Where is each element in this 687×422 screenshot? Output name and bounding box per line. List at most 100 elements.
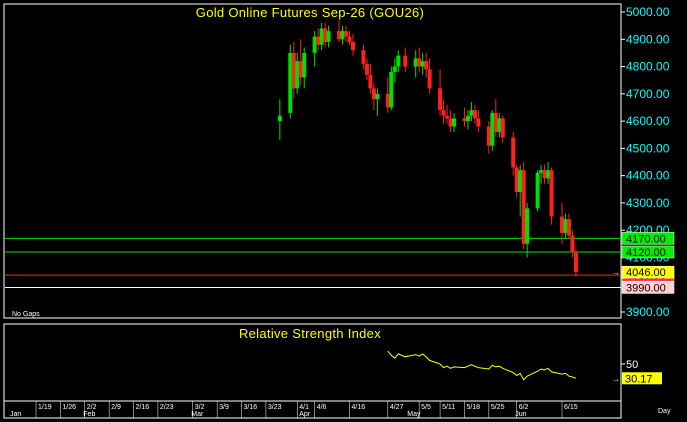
candle (549, 167, 554, 225)
candle-body (326, 31, 331, 42)
month-label: May (407, 411, 421, 418)
x-tick-label: 5/5 (421, 404, 431, 411)
candle-body (316, 36, 321, 45)
price-badge-label: 4120.00 (626, 247, 666, 259)
y-tick-label: 4800.00 (626, 60, 670, 74)
x-tick-label: 3/23 (268, 404, 282, 411)
x-tick-label: 2/23 (160, 404, 174, 411)
candle-body (497, 118, 502, 132)
x-tick-label: 4/6 (317, 404, 327, 411)
x-tick-label: 4/1 (299, 404, 309, 411)
candle-body (511, 137, 516, 168)
candle-body (347, 36, 352, 42)
price-badge-label: 4170.00 (626, 233, 666, 245)
x-tick-label: 6/2 (519, 404, 529, 411)
candle-body (493, 112, 498, 132)
candle-body (490, 112, 495, 146)
candle-body (375, 93, 380, 100)
candle-body (469, 110, 474, 116)
candle-body (472, 110, 477, 119)
candle-body (371, 88, 376, 100)
candle-body (476, 118, 481, 127)
no-gaps-label: No Gaps (12, 311, 40, 318)
month-label: Jan (10, 411, 21, 418)
candle-body (542, 170, 547, 179)
chart-canvas: Gold Online Futures Sep-26 (GOU26) Relat… (0, 0, 687, 422)
candle-body (288, 52, 293, 113)
price-badge-label: 3990.00 (626, 282, 666, 294)
period-label: Day (658, 408, 671, 415)
candle-body (445, 115, 450, 119)
candle-body (298, 61, 303, 78)
rsi-value-label: 30.17 (625, 373, 653, 385)
x-tick-label: 3/9 (219, 404, 229, 411)
candle-body (417, 58, 422, 67)
candle-body (344, 31, 349, 37)
x-tick-label: 1/19 (38, 404, 52, 411)
candle-body (392, 66, 397, 72)
candle-body (438, 88, 443, 111)
candle-body (389, 72, 394, 108)
candle-body (323, 28, 328, 42)
x-tick-label: 3/16 (244, 404, 258, 411)
x-tick-label: 4/27 (390, 404, 404, 411)
x-tick-label: 4/16 (352, 404, 366, 411)
rsi-tick-label: 50 (626, 359, 638, 371)
candle-body (521, 170, 526, 244)
x-tick-label: 5/25 (491, 404, 505, 411)
candle-body (465, 115, 470, 122)
candle-body (364, 63, 369, 75)
x-tick-label: 2/9 (111, 404, 121, 411)
candle (490, 110, 495, 152)
candle-body (420, 61, 425, 67)
candle-body (340, 31, 345, 40)
candle-body (560, 216, 564, 233)
x-tick-label: 2/16 (136, 404, 150, 411)
candle-body (385, 93, 390, 108)
price-badge-label: 4046.00 (626, 267, 666, 279)
candle-body (424, 61, 429, 70)
candle-body (566, 219, 571, 236)
candle-body (319, 28, 324, 45)
month-label: Feb (83, 411, 95, 418)
rsi-arrow: → (612, 374, 620, 383)
candle-body (396, 55, 401, 67)
candle-body (427, 69, 432, 89)
candle-body (448, 118, 453, 127)
chart-title: Gold Online Futures Sep-26 (GOU26) (196, 5, 424, 20)
candle-body (361, 50, 366, 64)
candle (288, 44, 293, 119)
y-tick-label: 4300.00 (626, 196, 670, 210)
month-label: Jun (515, 411, 526, 418)
candle-body (295, 61, 300, 89)
candle-body (291, 52, 296, 89)
candle (521, 162, 526, 250)
candle-body (518, 170, 523, 192)
candle-body (563, 219, 568, 233)
x-tick-label: 1/26 (62, 404, 76, 411)
rsi-title: Relative Strength Index (239, 326, 381, 341)
y-tick-label: 4500.00 (626, 141, 670, 155)
y-tick-label: 3900.00 (626, 305, 670, 319)
candle-body (525, 208, 530, 244)
candle-body (350, 42, 355, 51)
candle-body (462, 118, 467, 122)
x-tick-label: 6/15 (564, 404, 578, 411)
candle (535, 170, 540, 212)
candle-body (312, 36, 317, 53)
candle-body (514, 167, 519, 192)
x-tick-label: 3/2 (195, 404, 205, 411)
x-tick-label: 5/18 (466, 404, 480, 411)
candle-body (570, 235, 575, 252)
candle (389, 66, 394, 111)
month-label: Mar (191, 411, 204, 418)
candle-body (302, 52, 307, 78)
candle-body (413, 58, 418, 67)
candle-body (573, 252, 578, 273)
candle-body (500, 118, 505, 138)
candle-body (368, 74, 373, 89)
x-tick-label: 2/2 (87, 404, 97, 411)
y-tick-label: 4600.00 (626, 114, 670, 128)
candle-body (535, 172, 540, 209)
last-price-arrow: → (612, 268, 620, 277)
